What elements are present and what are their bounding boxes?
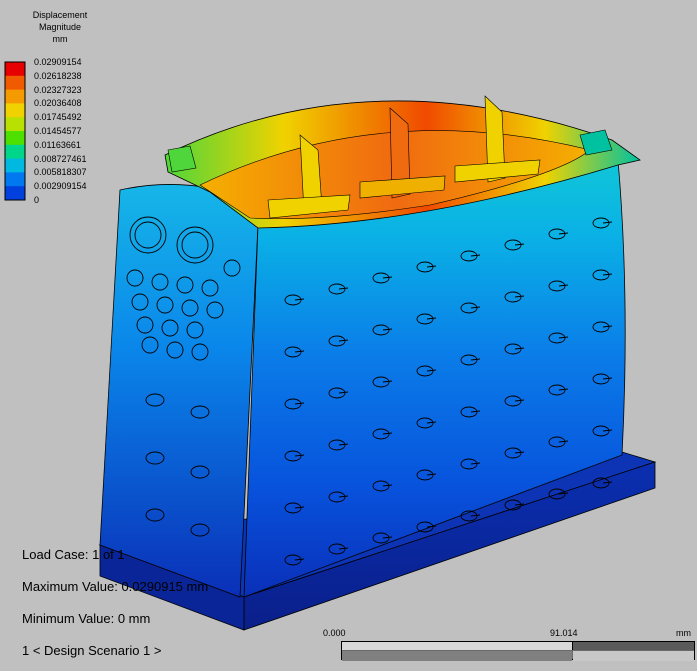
legend-band — [5, 89, 25, 104]
load-case-text: Load Case: 1 of 1 — [22, 547, 125, 562]
legend-band — [5, 131, 25, 146]
legend-value: 0.01745492 — [34, 112, 82, 123]
maximum-value-text: Maximum Value: 0.0290915 mm — [22, 579, 209, 594]
legend-band — [5, 144, 25, 160]
legend-title-line-2: Magnitude — [38, 22, 82, 32]
legend-band — [5, 186, 25, 201]
legend-value: 0.008727461 — [34, 153, 87, 164]
scale-bar — [341, 641, 695, 661]
scale-unit-label: mm — [676, 628, 691, 638]
legend-value: 0 — [34, 195, 40, 205]
legend-title: Displacement Magnitude mm — [14, 9, 106, 45]
legend-value: 0.02036408 — [34, 98, 82, 109]
scale-bar-segment-right — [573, 642, 694, 650]
scale-start-label: 0.000 — [323, 628, 346, 638]
scale-bar-segment-right-lower — [573, 651, 694, 661]
legend-value: 0.01454577 — [34, 126, 82, 136]
legend-value: 0.005818307 — [34, 167, 87, 178]
scale-bar-segment-light — [342, 642, 573, 650]
scale-mid-label: 91.014 — [550, 628, 578, 638]
legend-value: 0.02909154 — [34, 57, 82, 67]
minimum-value-text: Minimum Value: 0 mm — [22, 611, 151, 626]
legend-value: 0.01163661 — [34, 139, 81, 150]
legend-title-line-3: mm — [52, 34, 68, 44]
legend-band — [5, 117, 25, 132]
legend-band — [5, 62, 25, 77]
legend-band — [5, 75, 25, 91]
legend-value: 0.02327323 — [34, 84, 82, 95]
legend-value: 0.002909154 — [34, 181, 87, 192]
legend-color-bar — [5, 62, 25, 201]
design-scenario-text: 1 < Design Scenario 1 > — [22, 643, 162, 658]
block-side-face — [99, 184, 259, 598]
fea-viewport[interactable] — [0, 0, 697, 671]
scale-bar-segment-dark — [342, 651, 572, 661]
legend-band — [5, 103, 25, 118]
legend-band — [5, 158, 25, 173]
legend-value: 0.02618238 — [34, 70, 82, 81]
legend-title-line-1: Displacement — [32, 10, 88, 20]
legend-band — [5, 172, 25, 187]
